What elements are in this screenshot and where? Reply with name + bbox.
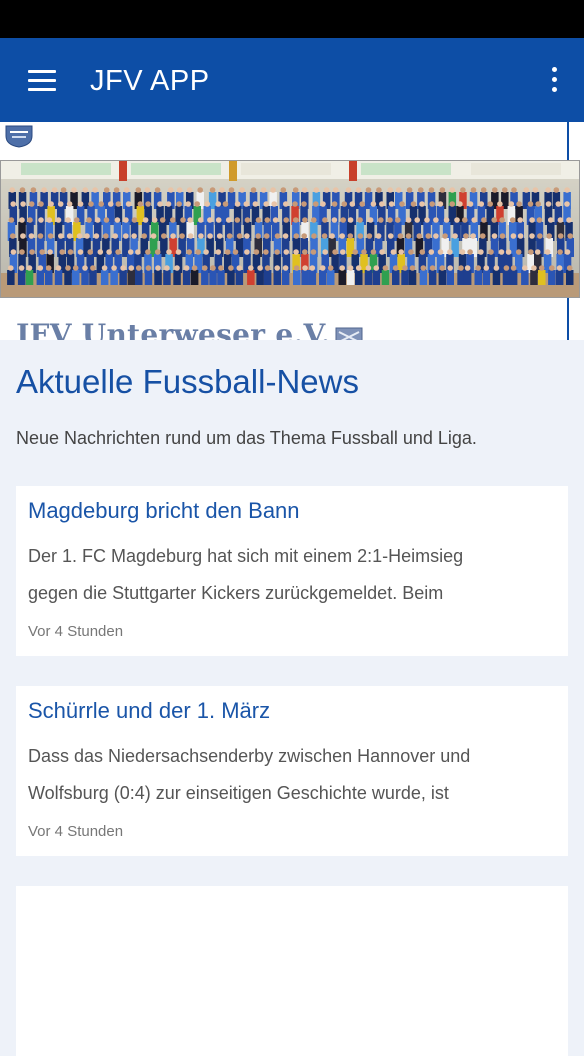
news-subheading: Neue Nachrichten rund um das Thema Fussb… bbox=[16, 428, 477, 448]
club-flag-icon bbox=[335, 327, 363, 340]
news-card-title[interactable]: Schürrle und der 1. März bbox=[28, 698, 270, 724]
club-name: JFV Unterweser e.V. bbox=[16, 318, 363, 340]
news-card-excerpt: Dass das Niedersachsenderby zwischen Han… bbox=[28, 746, 471, 803]
app-title: JFV APP bbox=[90, 65, 210, 97]
more-vertical-icon[interactable] bbox=[544, 64, 564, 96]
team-photo bbox=[0, 160, 580, 298]
news-card[interactable]: Schürrle und der 1. März Dass das Nieder… bbox=[16, 686, 568, 856]
news-card-timestamp: Vor 4 Stunden bbox=[28, 623, 124, 640]
hamburger-menu-icon[interactable] bbox=[18, 62, 58, 98]
news-card-excerpt: Der 1. FC Magdeburg hat sich mit einem 2… bbox=[28, 546, 464, 603]
news-heading: Aktuelle Fussball-News bbox=[16, 363, 359, 400]
club-emblem-icon bbox=[5, 125, 33, 148]
news-card[interactable]: Magdeburg bricht den Bann Der 1. FC Magd… bbox=[16, 486, 568, 656]
news-card[interactable] bbox=[16, 886, 568, 1056]
app-bar: JFV APP bbox=[0, 38, 584, 122]
header-banner: JFV Unterweser e.V. bbox=[0, 122, 584, 340]
news-card-title[interactable]: Magdeburg bricht den Bann bbox=[28, 498, 300, 524]
status-bar bbox=[0, 0, 584, 38]
news-card-timestamp: Vor 4 Stunden bbox=[28, 823, 124, 840]
news-section: Aktuelle Fussball-News Neue Nachrichten … bbox=[0, 340, 584, 1056]
